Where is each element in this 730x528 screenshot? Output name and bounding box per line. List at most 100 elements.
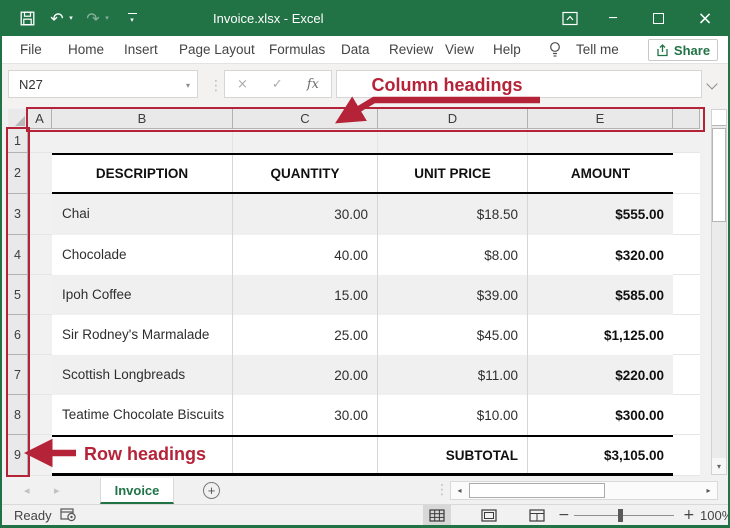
cell-description[interactable]: Teatime Chocolate Biscuits xyxy=(52,395,233,435)
table-data-row[interactable]: Chai 30.00 $18.50 $555.00 xyxy=(28,194,700,235)
ribbon-display-options-icon[interactable] xyxy=(553,0,587,36)
cell-amount[interactable]: $320.00 xyxy=(528,235,673,275)
cell-unit-price[interactable]: $8.00 xyxy=(378,235,528,275)
subtotal-label[interactable]: SUBTOTAL xyxy=(378,437,528,473)
table-header-row[interactable]: DESCRIPTION QUANTITY UNIT PRICE AMOUNT xyxy=(28,153,700,194)
tell-me-box[interactable]: Tell me xyxy=(576,36,619,63)
zoom-out-icon[interactable]: − xyxy=(558,505,570,525)
cell-quantity[interactable]: 30.00 xyxy=(233,194,378,235)
vertical-scrollbar-thumb[interactable] xyxy=(712,128,726,222)
horizontal-scrollbar-thumb[interactable] xyxy=(469,483,605,498)
table-data-row[interactable]: Ipoh Coffee 15.00 $39.00 $585.00 xyxy=(28,275,700,315)
normal-view-icon[interactable] xyxy=(423,505,451,525)
scroll-down-icon[interactable]: ▾ xyxy=(712,458,726,474)
formula-bar-separator-dots: ⋮ xyxy=(209,78,223,94)
scroll-up-button[interactable] xyxy=(712,110,726,126)
enter-check-icon: ✓ xyxy=(272,77,283,92)
tabbar-separator-dots[interactable]: ⋮ xyxy=(435,482,449,498)
tab-file[interactable]: File xyxy=(20,36,42,63)
scroll-right-icon[interactable]: ▸ xyxy=(701,483,716,498)
previous-sheet-icon[interactable]: ◂ xyxy=(24,484,30,497)
title-bar: ↶ ▾ ↷ ▾ ▾ Invoice.xlsx - Excel ─ × xyxy=(0,0,730,36)
zoom-level[interactable]: 100% xyxy=(700,505,730,525)
header-amount[interactable]: AMOUNT xyxy=(528,155,673,192)
table-data-row[interactable]: Sir Rodney's Marmalade 25.00 $45.00 $1,1… xyxy=(28,315,700,355)
close-button[interactable]: × xyxy=(688,0,722,36)
page-layout-view-icon[interactable] xyxy=(475,505,503,525)
name-box[interactable]: N27 ▾ xyxy=(8,70,198,98)
column-headings-highlight-box xyxy=(26,107,705,132)
tab-help[interactable]: Help xyxy=(493,36,521,63)
cell-amount[interactable]: $300.00 xyxy=(528,395,673,435)
window-border-left xyxy=(0,36,2,528)
zoom-slider-track[interactable] xyxy=(574,515,674,516)
maximize-button[interactable] xyxy=(641,0,675,36)
excel-window: ↶ ▾ ↷ ▾ ▾ Invoice.xlsx - Excel ─ × File … xyxy=(0,0,730,528)
cell-amount[interactable]: $585.00 xyxy=(528,275,673,315)
cell-quantity[interactable]: 20.00 xyxy=(233,355,378,395)
cell-quantity[interactable]: 40.00 xyxy=(233,235,378,275)
ribbon-tab-row: File Home Insert Page Layout Formulas Da… xyxy=(2,36,728,64)
sheet-row-empty[interactable] xyxy=(28,129,700,153)
formula-buttons: × ✓ fx xyxy=(224,70,332,98)
tab-home[interactable]: Home xyxy=(68,36,104,63)
customize-quick-access-toolbar-icon[interactable]: ▾ xyxy=(124,0,140,36)
select-all-triangle-icon xyxy=(15,116,25,126)
cell-quantity[interactable]: 15.00 xyxy=(233,275,378,315)
horizontal-scrollbar[interactable]: ◂ ▸ xyxy=(450,481,718,500)
cell-amount[interactable]: $555.00 xyxy=(528,194,673,235)
vertical-scrollbar[interactable]: ▾ xyxy=(711,109,727,475)
tab-insert[interactable]: Insert xyxy=(124,36,158,63)
cell-quantity[interactable]: 25.00 xyxy=(233,315,378,355)
cell-unit-price[interactable]: $18.50 xyxy=(378,194,528,235)
subtotal-amount[interactable]: $3,105.00 xyxy=(528,437,673,473)
undo-dropdown-icon[interactable]: ▾ xyxy=(66,0,76,36)
formula-input[interactable] xyxy=(336,70,702,98)
tab-data[interactable]: Data xyxy=(341,36,370,63)
header-quantity[interactable]: QUANTITY xyxy=(233,155,378,192)
tab-view[interactable]: View xyxy=(445,36,474,63)
cell-amount[interactable]: $1,125.00 xyxy=(528,315,673,355)
tab-review[interactable]: Review xyxy=(389,36,433,63)
table-data-row[interactable]: Teatime Chocolate Biscuits 30.00 $10.00 … xyxy=(28,395,700,435)
cell-unit-price[interactable]: $45.00 xyxy=(378,315,528,355)
expand-formula-bar-icon[interactable] xyxy=(706,78,717,89)
macro-record-icon[interactable] xyxy=(60,505,77,525)
table-data-row[interactable]: Scottish Longbreads 20.00 $11.00 $220.00 xyxy=(28,355,700,395)
scroll-left-icon[interactable]: ◂ xyxy=(452,483,467,498)
status-mode: Ready xyxy=(14,505,52,525)
header-description[interactable]: DESCRIPTION xyxy=(52,155,233,192)
insert-function-icon[interactable]: fx xyxy=(307,77,319,92)
plus-icon: + xyxy=(208,484,216,497)
cell-description[interactable]: Chocolade xyxy=(52,235,233,275)
cell-amount[interactable]: $220.00 xyxy=(528,355,673,395)
page-break-preview-icon[interactable] xyxy=(523,505,551,525)
next-sheet-icon[interactable]: ▸ xyxy=(54,484,60,497)
table-data-row[interactable]: Chocolade 40.00 $8.00 $320.00 xyxy=(28,235,700,275)
new-sheet-button[interactable]: + xyxy=(203,482,220,499)
lightbulb-icon xyxy=(548,36,562,63)
cell-quantity[interactable]: 30.00 xyxy=(233,395,378,435)
header-unit-price[interactable]: UNIT PRICE xyxy=(378,155,528,192)
undo-icon[interactable]: ↶ xyxy=(48,0,66,36)
cell-description[interactable]: Ipoh Coffee xyxy=(52,275,233,315)
tab-page-layout[interactable]: Page Layout xyxy=(179,36,255,63)
zoom-slider-thumb[interactable] xyxy=(618,509,623,522)
save-icon[interactable] xyxy=(16,0,38,36)
zoom-in-icon[interactable]: + xyxy=(683,505,695,525)
tab-formulas[interactable]: Formulas xyxy=(269,36,325,63)
subtotal-row[interactable]: SUBTOTAL $3,105.00 xyxy=(28,435,700,476)
share-label: Share xyxy=(674,43,710,58)
cell-unit-price[interactable]: $10.00 xyxy=(378,395,528,435)
cell-unit-price[interactable]: $11.00 xyxy=(378,355,528,395)
sheet-tab-invoice[interactable]: Invoice xyxy=(100,478,174,504)
cell-description[interactable]: Chai xyxy=(52,194,233,235)
share-button[interactable]: Share xyxy=(648,39,718,61)
cell-unit-price[interactable]: $39.00 xyxy=(378,275,528,315)
name-box-dropdown-icon[interactable]: ▾ xyxy=(186,81,190,90)
cancel-icon: × xyxy=(237,77,248,92)
cell-description[interactable]: Sir Rodney's Marmalade xyxy=(52,315,233,355)
minimize-button[interactable]: ─ xyxy=(596,0,630,36)
cell-description[interactable]: Scottish Longbreads xyxy=(52,355,233,395)
select-all-corner[interactable] xyxy=(8,109,28,129)
